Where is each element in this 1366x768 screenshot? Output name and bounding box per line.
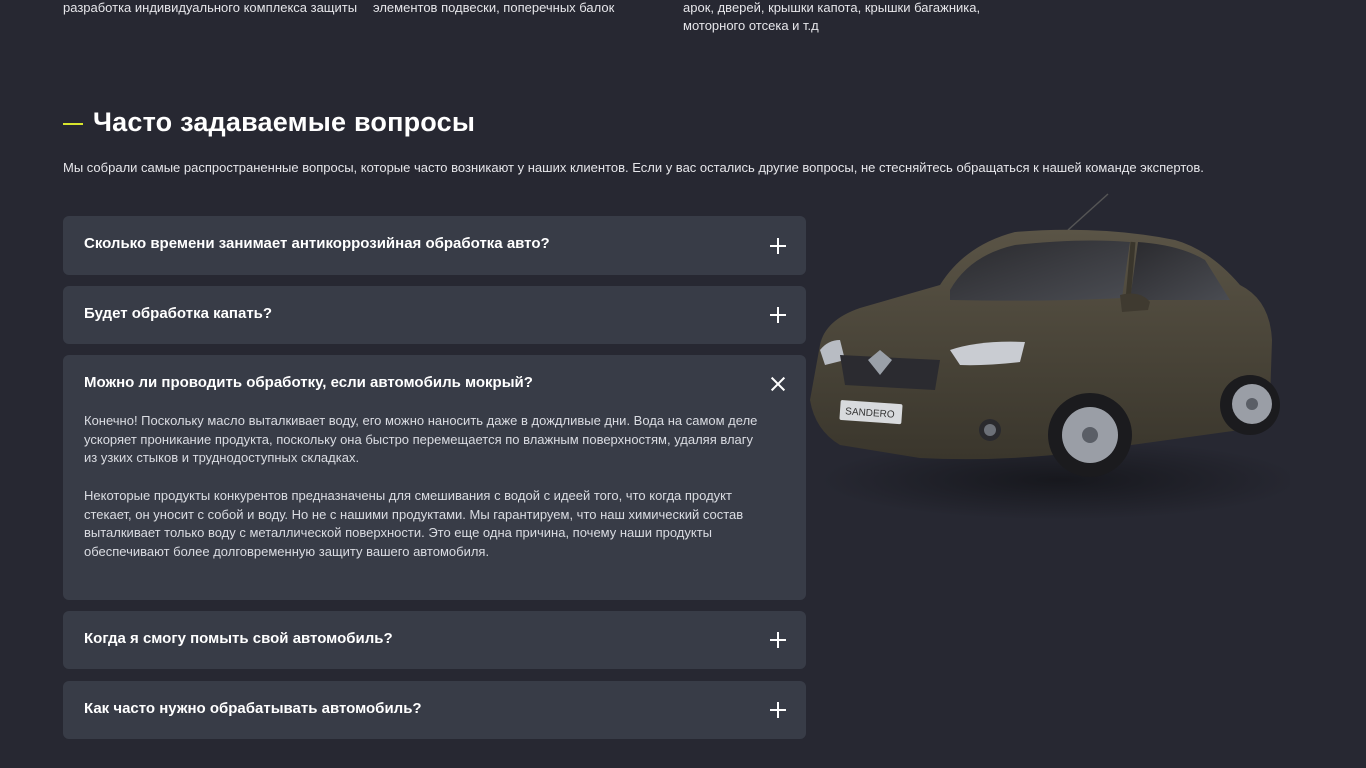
page-title: Часто задаваемые вопросы [93, 106, 476, 137]
accent-dash [63, 123, 83, 125]
faq-item[interactable]: Когда я смогу помыть свой автомобиль? [63, 611, 806, 669]
faq-item[interactable]: Сколько времени занимает антикоррозийная… [63, 216, 806, 275]
features-row: разработка индивидуального комплекса защ… [63, 0, 1063, 40]
faq-item[interactable]: Будет обработка капать? [63, 286, 806, 344]
faq-question[interactable]: Будет обработка капать? [84, 305, 272, 322]
faq-question[interactable]: Можно ли проводить обработку, если автом… [84, 374, 533, 391]
close-icon[interactable] [770, 376, 786, 392]
faq-intro: Мы собрали самые распространенные вопрос… [63, 160, 1204, 175]
plus-icon[interactable] [770, 307, 786, 323]
car-image: SANDERO [810, 193, 1290, 520]
feature-text: арок, дверей, крышки капота, крышки бага… [683, 0, 981, 33]
faq-item-expanded[interactable]: Можно ли проводить обработку, если автом… [63, 355, 806, 600]
faq-question[interactable]: Как часто нужно обрабатывать автомобиль? [84, 700, 422, 717]
feature-text: элементов подвески, поперечных балок [373, 0, 615, 15]
faq-answer-paragraph: Некоторые продукты конкурентов предназна… [84, 488, 744, 559]
faq-answer-paragraph: Конечно! Поскольку масло выталкивает вод… [84, 413, 758, 465]
faq-heading: Часто задаваемые вопросы [63, 105, 475, 139]
plus-icon[interactable] [770, 702, 786, 718]
plus-icon[interactable] [770, 632, 786, 648]
plus-icon[interactable] [770, 238, 786, 254]
feature-text: разработка индивидуального комплекса защ… [63, 0, 358, 15]
faq-question[interactable]: Сколько времени занимает антикоррозийная… [84, 235, 550, 252]
faq-question[interactable]: Когда я смогу помыть свой автомобиль? [84, 630, 393, 647]
faq-item[interactable]: Как часто нужно обрабатывать автомобиль? [63, 681, 806, 739]
